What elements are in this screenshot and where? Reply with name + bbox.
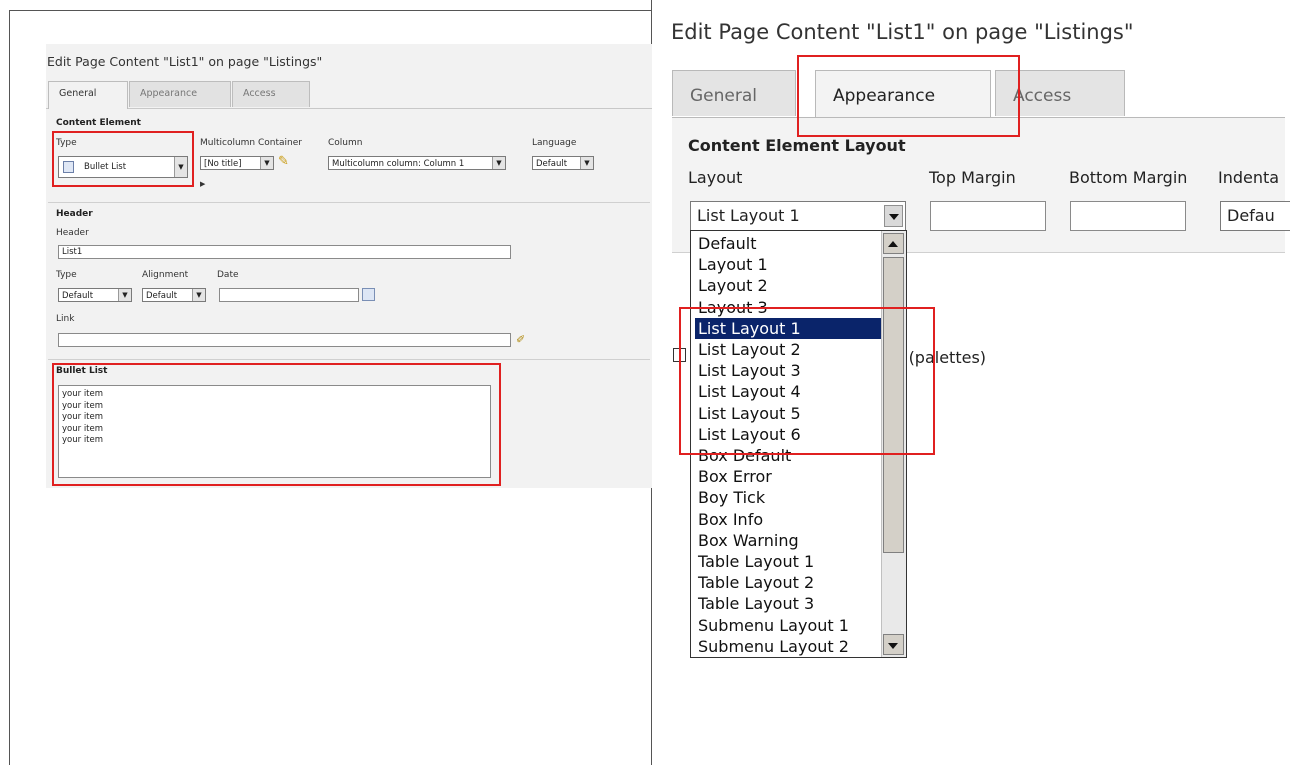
- language-label: Language: [532, 138, 577, 148]
- column-label: Column: [328, 138, 363, 148]
- layout-section-heading: Content Element Layout: [688, 136, 906, 155]
- zoomed-tab-general[interactable]: General: [672, 70, 796, 116]
- chevron-down-icon[interactable]: ▼: [192, 289, 205, 301]
- highlight-list-layouts-box: [679, 307, 935, 455]
- bullet-section-divider: [48, 359, 650, 360]
- tab-appearance[interactable]: Appearance: [129, 81, 231, 107]
- link-label: Link: [56, 314, 75, 324]
- dropdown-option[interactable]: Box Error: [695, 466, 881, 487]
- column-select[interactable]: Multicolumn column: Column 1 ▼: [328, 156, 506, 170]
- dropdown-option[interactable]: Layout 2: [695, 275, 881, 296]
- frame-top-line: [9, 10, 652, 11]
- header-type-select[interactable]: Default ▼: [58, 288, 132, 302]
- indentation-select-value: Defau: [1227, 206, 1275, 225]
- scroll-down-button[interactable]: [883, 634, 904, 655]
- scroll-up-button[interactable]: [883, 233, 904, 254]
- indentation-label: Indenta: [1218, 168, 1280, 187]
- highlight-bullet-list-box: [52, 363, 501, 486]
- multicolumn-select[interactable]: [No title] ▼: [200, 156, 274, 170]
- top-margin-label: Top Margin: [929, 168, 1016, 187]
- calendar-icon[interactable]: [362, 288, 375, 301]
- highlight-type-box: [52, 131, 194, 187]
- header-type-value: Default: [62, 291, 94, 301]
- chevron-down-icon[interactable]: [884, 205, 903, 227]
- frame-left-line: [9, 10, 10, 765]
- header-input[interactable]: List1: [58, 245, 511, 259]
- chevron-down-icon[interactable]: ▼: [580, 157, 593, 169]
- dropdown-option[interactable]: Box Info: [695, 509, 881, 530]
- header-section-divider: [48, 202, 650, 203]
- zoomed-page-title: Edit Page Content "List1" on page "Listi…: [671, 20, 1134, 44]
- layout-select-value: List Layout 1: [697, 206, 800, 225]
- chevron-down-icon[interactable]: ▼: [260, 157, 273, 169]
- dropdown-option[interactable]: Table Layout 3: [695, 593, 881, 614]
- bottom-margin-input[interactable]: [1070, 201, 1186, 231]
- dropdown-option[interactable]: Table Layout 1: [695, 551, 881, 572]
- page-title: Edit Page Content "List1" on page "Listi…: [47, 54, 323, 69]
- dropdown-option[interactable]: Submenu Layout 1: [695, 615, 881, 636]
- alignment-label: Alignment: [142, 270, 189, 280]
- pencil-icon[interactable]: ✎: [278, 154, 289, 169]
- dropdown-option[interactable]: Boy Tick: [695, 487, 881, 508]
- multicolumn-select-value: [No title]: [204, 159, 242, 169]
- tab-general[interactable]: General: [48, 81, 128, 109]
- link-input[interactable]: [58, 333, 511, 347]
- header-type-label: Type: [56, 270, 77, 280]
- layout-label: Layout: [688, 168, 743, 187]
- header-heading: Header: [56, 209, 93, 219]
- chevron-down-icon[interactable]: ▼: [118, 289, 131, 301]
- layout-select[interactable]: List Layout 1: [690, 201, 906, 231]
- column-select-value: Multicolumn column: Column 1: [332, 159, 465, 169]
- alignment-select[interactable]: Default ▼: [142, 288, 206, 302]
- indentation-select[interactable]: Defau: [1220, 201, 1290, 231]
- header-label: Header: [56, 228, 89, 238]
- dropdown-option[interactable]: Table Layout 2: [695, 572, 881, 593]
- language-select[interactable]: Default ▼: [532, 156, 594, 170]
- date-input[interactable]: [219, 288, 359, 302]
- highlight-appearance-tab-box: [797, 55, 1020, 137]
- dropdown-option[interactable]: Default: [695, 233, 881, 254]
- bottom-margin-label: Bottom Margin: [1069, 168, 1188, 187]
- language-select-value: Default: [536, 159, 568, 169]
- alignment-value: Default: [146, 291, 178, 301]
- multicolumn-label: Multicolumn Container: [200, 138, 302, 148]
- top-margin-input[interactable]: [930, 201, 1046, 231]
- dropdown-option[interactable]: Layout 1: [695, 254, 881, 275]
- tab-access[interactable]: Access: [232, 81, 310, 107]
- tab-bar: General Appearance Access: [46, 81, 652, 109]
- link-wizard-icon[interactable]: ✐: [516, 333, 525, 346]
- date-label: Date: [217, 270, 239, 280]
- expand-triangle-icon[interactable]: ▶: [200, 180, 205, 188]
- chevron-down-icon[interactable]: ▼: [492, 157, 505, 169]
- dropdown-option[interactable]: Box Warning: [695, 530, 881, 551]
- content-element-heading: Content Element: [56, 118, 141, 128]
- dropdown-option[interactable]: Submenu Layout 2: [695, 636, 881, 657]
